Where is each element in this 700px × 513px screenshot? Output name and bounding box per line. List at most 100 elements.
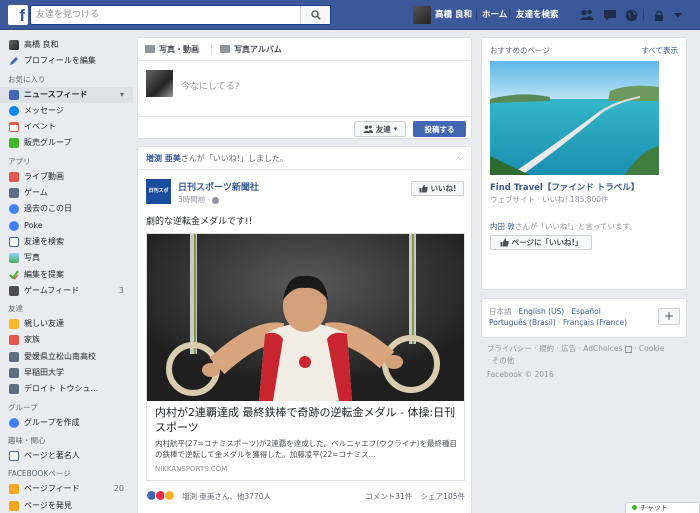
comments-count-link[interactable]: コメント31件 [365, 492, 412, 501]
link-title[interactable]: 内村が2連覇達成 最終鉄棒で奇跡の逆転金メダル - 体操:日刊スポーツ [155, 405, 460, 435]
comment-share-counts: コメント31件 シェア105件 [365, 491, 465, 502]
pages-heading: FACEBOOKページ [8, 469, 71, 479]
messages-icon[interactable] [602, 7, 618, 23]
sidebar-item-work[interactable]: デロイト トウシュ... [0, 381, 133, 397]
like-page-button[interactable]: いいね! [411, 181, 464, 196]
composer-tabs: 写真・動画 写真アルバム [138, 38, 471, 61]
sidebar-item-games-feed[interactable]: ゲームフィード 3 [0, 283, 133, 299]
composer-footer: 友達 ▾ 投稿する [138, 116, 471, 139]
footer-links: プライバシー · 規約 · 広告 · AdChoices · Cookie · … [487, 343, 687, 381]
post-message: 劇的な逆転金メダルです!! [146, 217, 253, 227]
account-menu-icon[interactable] [670, 7, 686, 23]
sidebar-item-label: メッセージ [24, 105, 64, 115]
suggested-pages-card: おすすめのページ すべて表示 Find Travel【ファインド トラベル】 ウ… [481, 37, 687, 290]
sidebar-item-find-friends[interactable]: 友達を検索 [0, 234, 133, 250]
sidebar-item-family[interactable]: 家族 [0, 332, 133, 348]
suggest-edits-icon [9, 269, 19, 280]
chat-tab[interactable]: チャット [625, 502, 700, 513]
language-link-portuguese[interactable]: Português (Brasil) [489, 318, 556, 327]
sidebar-item-games[interactable]: ゲーム [0, 185, 133, 201]
see-all-link[interactable]: すべて表示 [641, 45, 678, 56]
friend-requests-icon[interactable] [578, 7, 594, 23]
search-box [30, 5, 331, 25]
cookie-link[interactable]: · Cookie [632, 344, 664, 353]
language-link-french[interactable]: Français (France) [563, 318, 627, 327]
page-logo[interactable]: 日刊スポーツ [146, 179, 171, 219]
sidebar-item-label: 高橋 良和 [24, 40, 59, 49]
post-button[interactable]: 投稿する [413, 121, 466, 137]
poke-icon [9, 220, 19, 231]
footer-more-link[interactable]: · その他 [487, 355, 687, 367]
status-input[interactable]: 今なにしてる? [181, 79, 240, 92]
sidebar-item-label: ページフィード [24, 484, 80, 494]
sidebar-item-discover-pages[interactable]: ページを発見 [0, 498, 133, 513]
sidebar-item-label: イベント [24, 122, 56, 132]
friend-liked-label: さんが「いいね!」と言っています。 [514, 222, 637, 231]
search-input[interactable] [31, 6, 301, 24]
shares-count-link[interactable]: シェア105件 [421, 492, 465, 501]
sidebar-item-photos[interactable]: 写真 [0, 250, 133, 266]
page-name-link[interactable]: 日刊スポーツ新聞社 [178, 180, 259, 193]
user-avatar[interactable] [413, 6, 431, 24]
friend-name-link[interactable]: 内田 敦 [490, 222, 515, 231]
sidebar-item-live-video[interactable]: ライブ動画 [0, 169, 133, 185]
sidebar-item-close-friends[interactable]: 親しい友達 [0, 316, 133, 332]
timestamp-text: 3時間前 · [178, 195, 211, 204]
link-domain: NIKKANSPORTS.COM [155, 465, 228, 473]
wow-reaction-icon[interactable] [164, 490, 175, 501]
sidebar-item-label: グループを作成 [24, 417, 80, 427]
link-preview-card[interactable]: 内村が2連覇達成 最終鉄棒で奇跡の逆転金メダル - 体操:日刊スポーツ 内村航平… [146, 233, 465, 481]
sidebar-item-poke[interactable]: Poke [0, 218, 133, 234]
sidebar-item-messages[interactable]: メッセージ [0, 103, 133, 119]
sidebar-item-profile[interactable]: 高橋 良和 [0, 37, 133, 53]
more-languages-button[interactable]: + [658, 308, 680, 325]
privacy-lock-icon[interactable] [651, 7, 667, 23]
audience-selector-button[interactable]: 友達 ▾ [354, 121, 406, 137]
search-button[interactable] [300, 6, 330, 24]
calendar-icon [9, 122, 19, 133]
tab-photo-video[interactable]: 写真・動画 [145, 44, 199, 55]
profile-link[interactable]: 高橋 良和 [435, 0, 472, 30]
language-list-row-1: 日本語 · English (US) · Español [489, 307, 601, 316]
notifications-globe-icon[interactable] [623, 7, 639, 23]
sidebar-item-label: ライブ動画 [24, 171, 64, 181]
divider [476, 9, 477, 21]
like-suggested-page-button[interactable]: ページに「いいね!」 [490, 235, 592, 250]
sidebar-item-edit-profile[interactable]: プロフィールを編集 [0, 53, 133, 69]
sidebar-item-pages-public-figures[interactable]: ページと著名人 [0, 448, 133, 464]
home-link[interactable]: ホーム [482, 0, 507, 30]
post-timestamp[interactable]: 3時間前 · [178, 194, 220, 205]
reactors-link[interactable]: 増渕 亜美さん、他3770人 [182, 491, 271, 502]
live-video-icon [9, 171, 19, 182]
sidebar-item-create-group[interactable]: グループを作成 [0, 415, 133, 431]
liker-name-link[interactable]: 増渕 亜美 [146, 154, 181, 163]
games-feed-icon [9, 285, 19, 296]
post-options-chevron-icon[interactable]: ⌵ [457, 147, 464, 170]
footer-policy-links[interactable]: プライバシー · 規約 · 広告 · AdChoices [487, 344, 622, 353]
sidebar-item-newsfeed[interactable]: ニュースフィード ▾ [0, 86, 133, 103]
sidebar-item-events[interactable]: イベント [0, 119, 133, 135]
language-link-spanish[interactable]: Español [571, 307, 600, 316]
sidebar-item-label: ゲームフィード [24, 285, 80, 295]
sidebar-item-label: 編集を提案 [24, 269, 64, 279]
tab-photo-album[interactable]: 写真アルバム [220, 44, 282, 55]
language-link-english[interactable]: English (US) [519, 307, 565, 316]
chat-label: チャット [640, 504, 668, 512]
sidebar-item-label: プロフィールを編集 [24, 56, 96, 66]
sidebar-item-suggest-edits[interactable]: 編集を提案 [0, 267, 133, 283]
facebook-logo[interactable]: f [8, 5, 28, 25]
travel-page-image[interactable] [490, 61, 659, 175]
pages-feed-icon [9, 484, 19, 495]
sidebar-item-school[interactable]: 愛媛県立松山南高校 [0, 349, 133, 365]
suggested-page-name-link[interactable]: Find Travel【ファインド トラベル】 [490, 181, 639, 193]
sidebar-item-university[interactable]: 早稲田大学 [0, 365, 133, 381]
sidebar-item-sale-groups[interactable]: 販売グループ [0, 135, 133, 151]
family-icon [9, 335, 19, 346]
games-icon [9, 188, 19, 199]
sidebar-item-on-this-day[interactable]: 過去のこの日 [0, 201, 133, 217]
sidebar-item-label: 販売グループ [24, 138, 72, 148]
sidebar-item-label: ゲーム [24, 188, 48, 198]
find-friends-link[interactable]: 友達を検索 [516, 0, 559, 30]
sidebar-item-pages-feed[interactable]: ページフィード 20 [0, 481, 133, 497]
more-options-icon[interactable]: ▾ [120, 87, 124, 103]
